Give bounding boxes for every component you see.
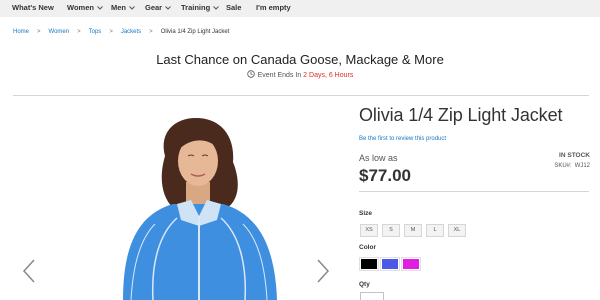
promo-countdown-line: Event Ends In 2 Days, 6 Hours bbox=[0, 70, 600, 80]
breadcrumb-separator: > bbox=[109, 29, 113, 35]
divider bbox=[13, 95, 589, 96]
breadcrumb-separator: > bbox=[149, 29, 153, 35]
color-swatch-black[interactable] bbox=[359, 257, 379, 271]
promo-prefix: Event Ends In bbox=[257, 71, 302, 79]
nav-item-label: What's New bbox=[12, 3, 54, 12]
nav-item-training[interactable]: Training bbox=[181, 0, 220, 17]
breadcrumb-tops[interactable]: Tops bbox=[89, 29, 102, 35]
nav-item-label: Sale bbox=[226, 3, 242, 12]
product-gallery[interactable] bbox=[13, 104, 343, 300]
gallery-next-button[interactable] bbox=[316, 258, 330, 284]
color-swatch-purple[interactable] bbox=[401, 257, 421, 271]
size-option-xl[interactable]: XL bbox=[448, 224, 466, 237]
product-title: Olivia 1/4 Zip Light Jacket bbox=[359, 105, 563, 125]
chevron-down-icon bbox=[213, 6, 220, 10]
breadcrumb-jackets[interactable]: Jackets bbox=[121, 29, 141, 35]
size-option-xs[interactable]: XS bbox=[360, 224, 378, 237]
nav-item-label: Gear bbox=[145, 3, 163, 12]
breadcrumb-current: Olivia 1/4 Zip Light Jacket bbox=[160, 29, 230, 35]
chevron-down-icon bbox=[97, 6, 103, 10]
nav-item-whats-new[interactable]: What's New bbox=[12, 0, 54, 17]
stock-status: In stock bbox=[559, 152, 590, 159]
sku-value: WJ12 bbox=[574, 163, 590, 169]
nav-item-im-empty[interactable]: I'm empty bbox=[256, 0, 291, 17]
nav-item-label: Men bbox=[111, 3, 126, 12]
chevron-left-icon bbox=[22, 259, 36, 288]
breadcrumb-home[interactable]: Home bbox=[13, 29, 29, 35]
promo-title: Last Chance on Canada Goose, Mackage & M… bbox=[156, 52, 444, 67]
nav-item-label: I'm empty bbox=[256, 3, 291, 12]
top-navigation: What's New Women Men Gear Training Sale … bbox=[0, 0, 600, 17]
chevron-down-icon bbox=[129, 6, 135, 10]
sku-line: SKU#: WJ12 bbox=[554, 163, 590, 169]
qty-input[interactable] bbox=[360, 292, 384, 300]
nav-item-sale[interactable]: Sale bbox=[226, 0, 241, 17]
color-swatch-blue[interactable] bbox=[380, 257, 400, 271]
gallery-prev-button[interactable] bbox=[22, 258, 36, 284]
color-label: Color bbox=[359, 244, 376, 251]
breadcrumb-women[interactable]: Women bbox=[49, 29, 70, 35]
product-price: $77.00 bbox=[359, 166, 411, 185]
nav-item-men[interactable]: Men bbox=[111, 0, 135, 17]
chevron-right-icon bbox=[316, 259, 330, 288]
clock-icon bbox=[246, 70, 255, 80]
breadcrumb-separator: > bbox=[37, 29, 41, 35]
promo-countdown: 2 Days, 6 Hours bbox=[303, 71, 354, 79]
breadcrumb-separator: > bbox=[77, 29, 81, 35]
sku-label: SKU#: bbox=[554, 163, 572, 169]
divider bbox=[359, 191, 589, 192]
chevron-down-icon bbox=[165, 6, 171, 10]
price-prefix: As low as bbox=[359, 153, 398, 163]
nav-item-gear[interactable]: Gear bbox=[145, 0, 171, 17]
nav-item-women[interactable]: Women bbox=[67, 0, 103, 17]
size-option-m[interactable]: M bbox=[404, 224, 422, 237]
breadcrumb: Home > Women > Tops > Jackets > Olivia 1/4 Zip L… bbox=[13, 29, 229, 36]
review-link[interactable]: Be the first to review this product bbox=[359, 136, 446, 142]
size-option-l[interactable]: L bbox=[426, 224, 444, 237]
qty-label: Qty bbox=[359, 281, 370, 288]
size-option-s[interactable]: S bbox=[382, 224, 400, 237]
nav-item-label: Women bbox=[67, 3, 94, 12]
nav-item-label: Training bbox=[181, 3, 211, 12]
product-image bbox=[123, 118, 277, 300]
size-label: Size bbox=[359, 210, 373, 217]
